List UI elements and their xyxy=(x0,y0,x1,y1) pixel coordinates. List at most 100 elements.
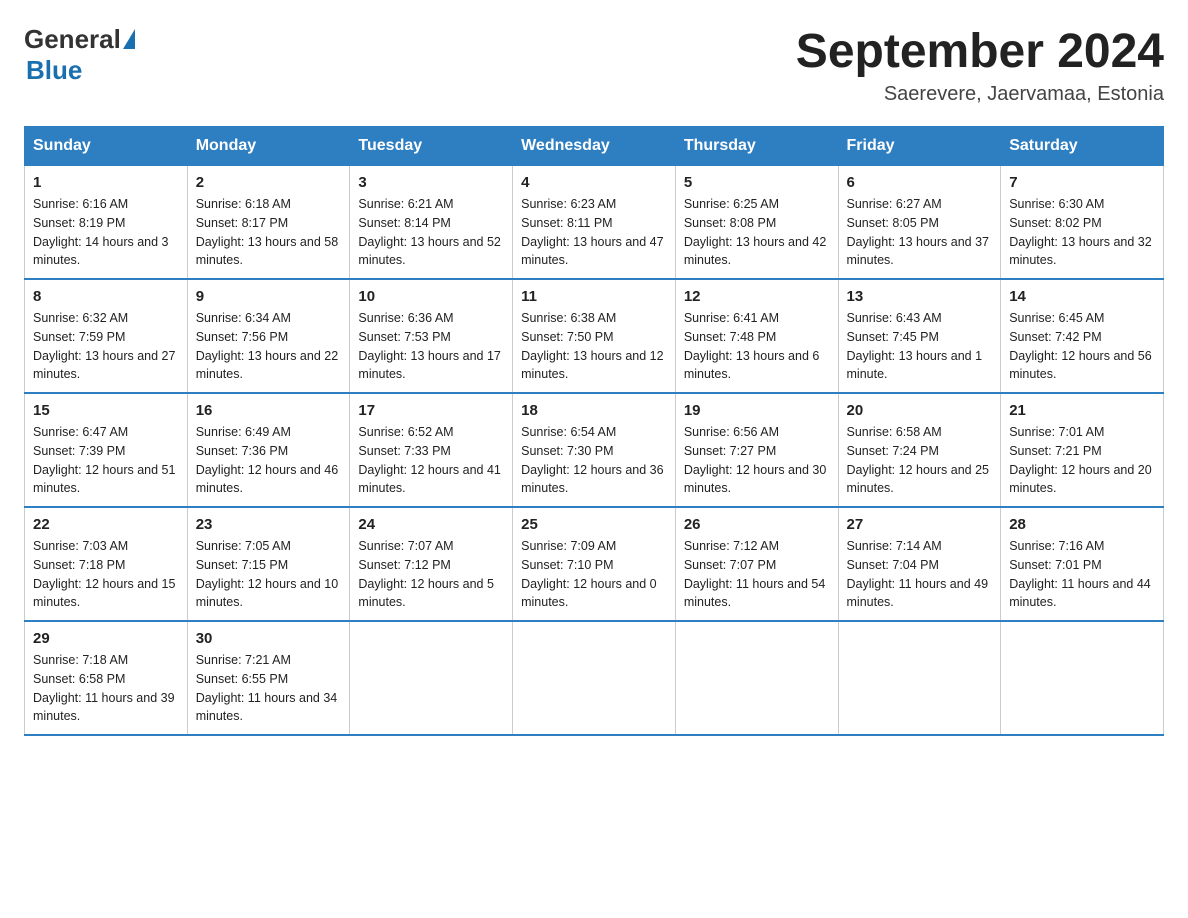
day-number: 16 xyxy=(196,402,342,419)
day-number: 15 xyxy=(33,402,179,419)
day-info: Sunrise: 6:56 AMSunset: 7:27 PMDaylight:… xyxy=(684,425,826,495)
table-row: 20 Sunrise: 6:58 AMSunset: 7:24 PMDaylig… xyxy=(838,393,1001,507)
logo-blue-text: Blue xyxy=(26,55,82,85)
day-number: 24 xyxy=(358,516,504,533)
table-row: 2 Sunrise: 6:18 AMSunset: 8:17 PMDayligh… xyxy=(187,166,350,280)
header-monday: Monday xyxy=(187,127,350,166)
day-info: Sunrise: 6:16 AMSunset: 8:19 PMDaylight:… xyxy=(33,197,169,267)
table-row xyxy=(350,621,513,735)
table-row: 24 Sunrise: 7:07 AMSunset: 7:12 PMDaylig… xyxy=(350,507,513,621)
table-row: 27 Sunrise: 7:14 AMSunset: 7:04 PMDaylig… xyxy=(838,507,1001,621)
table-row: 26 Sunrise: 7:12 AMSunset: 7:07 PMDaylig… xyxy=(675,507,838,621)
day-number: 17 xyxy=(358,402,504,419)
location-title: Saerevere, Jaervamaa, Estonia xyxy=(796,83,1164,106)
table-row: 22 Sunrise: 7:03 AMSunset: 7:18 PMDaylig… xyxy=(25,507,188,621)
logo: General Blue xyxy=(24,24,135,86)
table-row: 12 Sunrise: 6:41 AMSunset: 7:48 PMDaylig… xyxy=(675,279,838,393)
day-info: Sunrise: 6:34 AMSunset: 7:56 PMDaylight:… xyxy=(196,311,338,381)
table-row xyxy=(675,621,838,735)
day-info: Sunrise: 6:38 AMSunset: 7:50 PMDaylight:… xyxy=(521,311,663,381)
day-number: 23 xyxy=(196,516,342,533)
table-row: 13 Sunrise: 6:43 AMSunset: 7:45 PMDaylig… xyxy=(838,279,1001,393)
month-title: September 2024 xyxy=(796,24,1164,79)
table-row: 4 Sunrise: 6:23 AMSunset: 8:11 PMDayligh… xyxy=(513,166,676,280)
table-row: 21 Sunrise: 7:01 AMSunset: 7:21 PMDaylig… xyxy=(1001,393,1164,507)
day-info: Sunrise: 6:41 AMSunset: 7:48 PMDaylight:… xyxy=(684,311,820,381)
day-info: Sunrise: 6:18 AMSunset: 8:17 PMDaylight:… xyxy=(196,197,338,267)
table-row xyxy=(838,621,1001,735)
table-row: 5 Sunrise: 6:25 AMSunset: 8:08 PMDayligh… xyxy=(675,166,838,280)
day-number: 13 xyxy=(847,288,993,305)
calendar-week-row: 29 Sunrise: 7:18 AMSunset: 6:58 PMDaylig… xyxy=(25,621,1164,735)
day-info: Sunrise: 7:21 AMSunset: 6:55 PMDaylight:… xyxy=(196,653,338,723)
day-info: Sunrise: 6:52 AMSunset: 7:33 PMDaylight:… xyxy=(358,425,500,495)
header-tuesday: Tuesday xyxy=(350,127,513,166)
weekday-header-row: Sunday Monday Tuesday Wednesday Thursday… xyxy=(25,127,1164,166)
day-info: Sunrise: 6:25 AMSunset: 8:08 PMDaylight:… xyxy=(684,197,826,267)
day-number: 5 xyxy=(684,174,830,191)
day-info: Sunrise: 6:43 AMSunset: 7:45 PMDaylight:… xyxy=(847,311,983,381)
logo-triangle-icon xyxy=(123,29,135,49)
day-info: Sunrise: 6:58 AMSunset: 7:24 PMDaylight:… xyxy=(847,425,989,495)
day-info: Sunrise: 7:14 AMSunset: 7:04 PMDaylight:… xyxy=(847,539,989,609)
day-info: Sunrise: 6:27 AMSunset: 8:05 PMDaylight:… xyxy=(847,197,989,267)
table-row: 19 Sunrise: 6:56 AMSunset: 7:27 PMDaylig… xyxy=(675,393,838,507)
day-number: 19 xyxy=(684,402,830,419)
day-number: 20 xyxy=(847,402,993,419)
calendar-week-row: 22 Sunrise: 7:03 AMSunset: 7:18 PMDaylig… xyxy=(25,507,1164,621)
day-number: 11 xyxy=(521,288,667,305)
header-friday: Friday xyxy=(838,127,1001,166)
header-sunday: Sunday xyxy=(25,127,188,166)
table-row xyxy=(1001,621,1164,735)
day-number: 29 xyxy=(33,630,179,647)
logo-general-text: General xyxy=(24,24,121,55)
day-info: Sunrise: 6:36 AMSunset: 7:53 PMDaylight:… xyxy=(358,311,500,381)
day-info: Sunrise: 6:49 AMSunset: 7:36 PMDaylight:… xyxy=(196,425,338,495)
table-row: 18 Sunrise: 6:54 AMSunset: 7:30 PMDaylig… xyxy=(513,393,676,507)
table-row: 16 Sunrise: 6:49 AMSunset: 7:36 PMDaylig… xyxy=(187,393,350,507)
day-info: Sunrise: 7:03 AMSunset: 7:18 PMDaylight:… xyxy=(33,539,175,609)
table-row: 9 Sunrise: 6:34 AMSunset: 7:56 PMDayligh… xyxy=(187,279,350,393)
day-number: 22 xyxy=(33,516,179,533)
day-number: 7 xyxy=(1009,174,1155,191)
title-block: September 2024 Saerevere, Jaervamaa, Est… xyxy=(796,24,1164,106)
day-number: 1 xyxy=(33,174,179,191)
page-header: General Blue September 2024 Saerevere, J… xyxy=(24,24,1164,106)
table-row xyxy=(513,621,676,735)
day-number: 10 xyxy=(358,288,504,305)
day-number: 12 xyxy=(684,288,830,305)
day-info: Sunrise: 7:12 AMSunset: 7:07 PMDaylight:… xyxy=(684,539,826,609)
day-info: Sunrise: 6:30 AMSunset: 8:02 PMDaylight:… xyxy=(1009,197,1151,267)
day-number: 4 xyxy=(521,174,667,191)
day-info: Sunrise: 7:16 AMSunset: 7:01 PMDaylight:… xyxy=(1009,539,1151,609)
table-row: 10 Sunrise: 6:36 AMSunset: 7:53 PMDaylig… xyxy=(350,279,513,393)
table-row: 28 Sunrise: 7:16 AMSunset: 7:01 PMDaylig… xyxy=(1001,507,1164,621)
day-number: 14 xyxy=(1009,288,1155,305)
table-row: 6 Sunrise: 6:27 AMSunset: 8:05 PMDayligh… xyxy=(838,166,1001,280)
day-info: Sunrise: 7:05 AMSunset: 7:15 PMDaylight:… xyxy=(196,539,338,609)
day-number: 2 xyxy=(196,174,342,191)
day-number: 18 xyxy=(521,402,667,419)
day-number: 21 xyxy=(1009,402,1155,419)
day-info: Sunrise: 7:01 AMSunset: 7:21 PMDaylight:… xyxy=(1009,425,1151,495)
table-row: 3 Sunrise: 6:21 AMSunset: 8:14 PMDayligh… xyxy=(350,166,513,280)
day-info: Sunrise: 6:47 AMSunset: 7:39 PMDaylight:… xyxy=(33,425,175,495)
day-number: 25 xyxy=(521,516,667,533)
day-info: Sunrise: 7:07 AMSunset: 7:12 PMDaylight:… xyxy=(358,539,494,609)
calendar-table: Sunday Monday Tuesday Wednesday Thursday… xyxy=(24,126,1164,736)
day-info: Sunrise: 7:09 AMSunset: 7:10 PMDaylight:… xyxy=(521,539,657,609)
table-row: 23 Sunrise: 7:05 AMSunset: 7:15 PMDaylig… xyxy=(187,507,350,621)
header-wednesday: Wednesday xyxy=(513,127,676,166)
calendar-week-row: 8 Sunrise: 6:32 AMSunset: 7:59 PMDayligh… xyxy=(25,279,1164,393)
day-number: 28 xyxy=(1009,516,1155,533)
table-row: 15 Sunrise: 6:47 AMSunset: 7:39 PMDaylig… xyxy=(25,393,188,507)
table-row: 7 Sunrise: 6:30 AMSunset: 8:02 PMDayligh… xyxy=(1001,166,1164,280)
day-info: Sunrise: 6:45 AMSunset: 7:42 PMDaylight:… xyxy=(1009,311,1151,381)
table-row: 29 Sunrise: 7:18 AMSunset: 6:58 PMDaylig… xyxy=(25,621,188,735)
table-row: 14 Sunrise: 6:45 AMSunset: 7:42 PMDaylig… xyxy=(1001,279,1164,393)
calendar-week-row: 1 Sunrise: 6:16 AMSunset: 8:19 PMDayligh… xyxy=(25,166,1164,280)
day-number: 9 xyxy=(196,288,342,305)
day-number: 30 xyxy=(196,630,342,647)
day-info: Sunrise: 6:54 AMSunset: 7:30 PMDaylight:… xyxy=(521,425,663,495)
table-row: 25 Sunrise: 7:09 AMSunset: 7:10 PMDaylig… xyxy=(513,507,676,621)
